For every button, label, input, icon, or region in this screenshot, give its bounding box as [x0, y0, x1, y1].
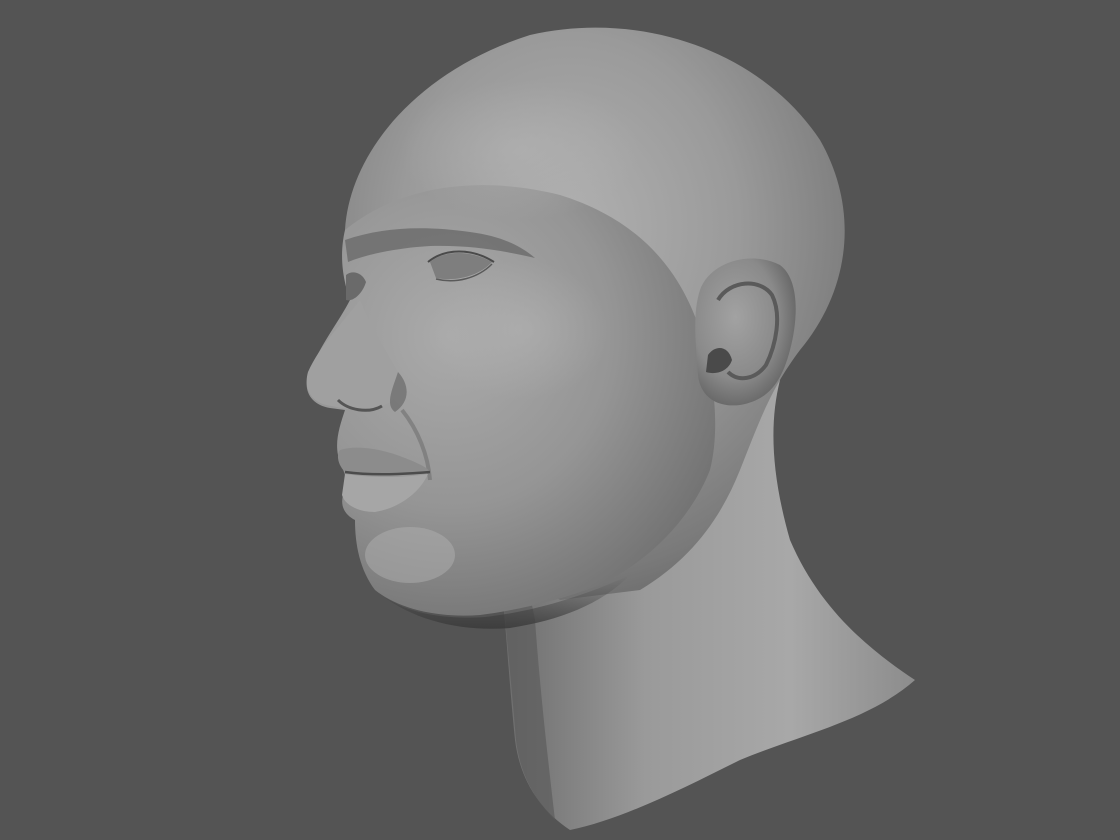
forehead-highlight [400, 80, 640, 220]
viewport [0, 0, 1120, 840]
ear [695, 258, 796, 406]
chin-highlight [365, 527, 455, 583]
sculpt-render [306, 27, 915, 830]
